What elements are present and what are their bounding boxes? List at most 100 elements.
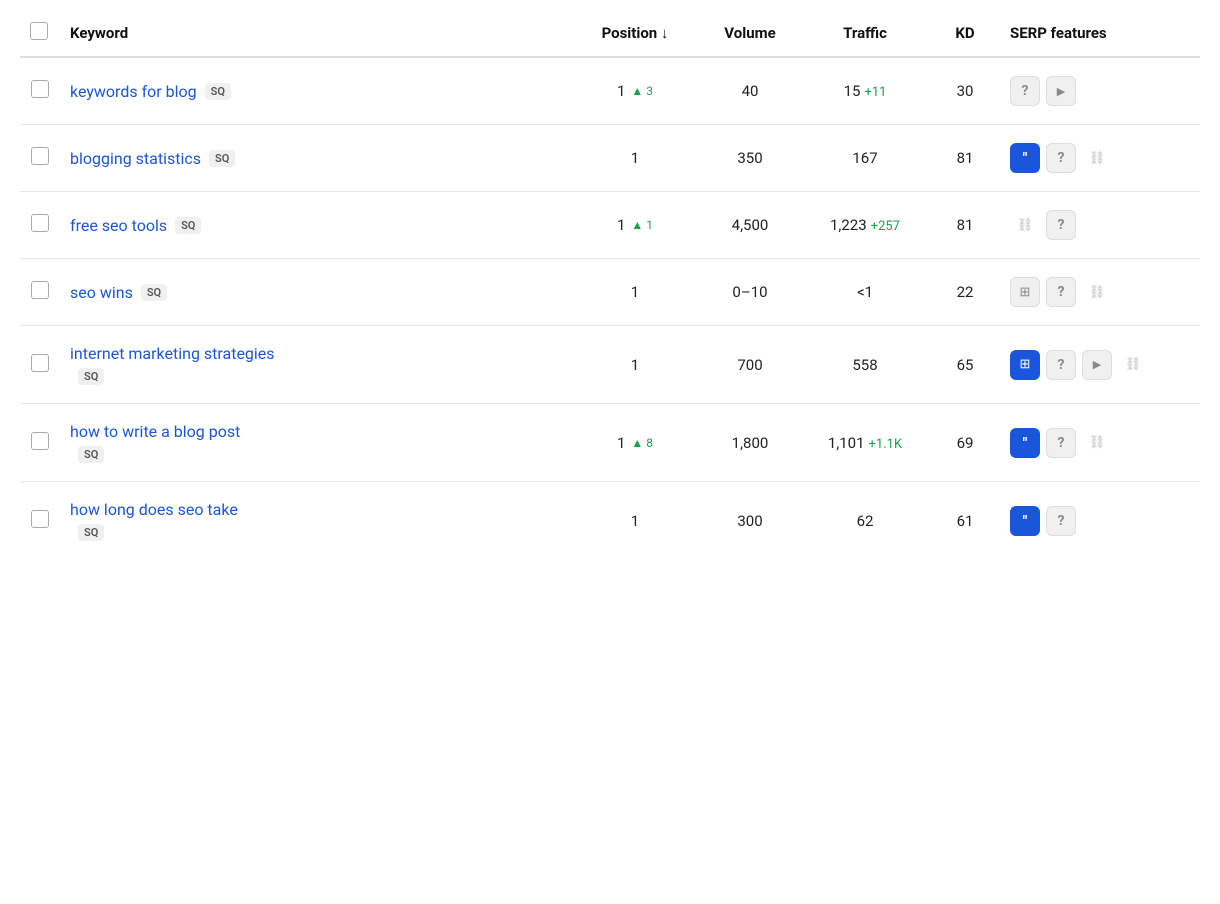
kd-cell: 69	[930, 404, 1000, 482]
keyword-link[interactable]: how long does seo take	[70, 500, 238, 519]
serp-icon-2: ⛓	[1082, 143, 1112, 173]
header-volume[interactable]: Volume	[700, 10, 800, 57]
position-cell: 1▲ 1	[570, 192, 700, 259]
position-number: 1	[631, 283, 639, 301]
keyword-cell: seo wins SQ	[60, 259, 570, 326]
position-value: 1	[580, 512, 690, 530]
serp-icon-0: "	[1010, 428, 1040, 458]
keyword-link[interactable]: free seo tools	[70, 216, 167, 235]
select-all-checkbox[interactable]	[30, 22, 48, 40]
serp-icons-container: ⊞?⛓	[1010, 277, 1190, 307]
serp-icon-1: ?	[1046, 277, 1076, 307]
traffic-value: 1,223	[830, 216, 867, 234]
kd-value: 81	[957, 149, 974, 167]
row-checkbox-cell	[20, 192, 60, 259]
volume-value: 700	[737, 356, 762, 374]
keyword-link[interactable]: keywords for blog	[70, 82, 197, 101]
row-checkbox[interactable]	[31, 432, 49, 450]
keyword-cell: internet marketing strategies SQ	[60, 326, 570, 404]
position-change: ▲ 1	[631, 218, 653, 232]
sq-badge: SQ	[78, 446, 104, 463]
header-position[interactable]: Position ↓	[570, 10, 700, 57]
position-cell: 1	[570, 259, 700, 326]
table-row: blogging statistics SQ 135016781"?⛓	[20, 125, 1200, 192]
traffic-change: +1.1K	[869, 437, 903, 452]
sq-badge: SQ	[175, 217, 201, 234]
row-checkbox[interactable]	[31, 354, 49, 372]
kd-value: 22	[957, 283, 974, 301]
serp-icons-container: ⊞?▶⛓	[1010, 350, 1190, 380]
volume-cell: 700	[700, 326, 800, 404]
table-row: seo wins SQ 10–10<122⊞?⛓	[20, 259, 1200, 326]
keyword-link[interactable]: internet marketing strategies	[70, 344, 275, 363]
row-checkbox[interactable]	[31, 80, 49, 98]
serp-cell: ⛓?	[1000, 192, 1200, 259]
keyword-first-line: how to write a blog post	[70, 422, 560, 441]
keyword-cell: how long does seo take SQ	[60, 482, 570, 560]
keyword-wrap: how long does seo take SQ	[70, 500, 560, 541]
position-cell: 1	[570, 125, 700, 192]
position-value: 1	[580, 283, 690, 301]
kd-cell: 30	[930, 57, 1000, 125]
kd-cell: 81	[930, 125, 1000, 192]
serp-cell: ⊞?▶⛓	[1000, 326, 1200, 404]
traffic-cell: 15+11	[800, 57, 930, 125]
serp-icon-1: ▶	[1046, 76, 1076, 106]
volume-value: 4,500	[732, 216, 769, 234]
volume-cell: 350	[700, 125, 800, 192]
sq-badge: SQ	[205, 83, 231, 100]
position-number: 1	[631, 512, 639, 530]
serp-cell: "?	[1000, 482, 1200, 560]
serp-cell: "?⛓	[1000, 404, 1200, 482]
row-checkbox[interactable]	[31, 281, 49, 299]
serp-icon-2: ▶	[1082, 350, 1112, 380]
kd-value: 61	[957, 512, 974, 530]
serp-icon-3: ⛓	[1118, 350, 1148, 380]
traffic-value: 62	[857, 512, 874, 530]
traffic-value: 558	[852, 356, 877, 374]
header-checkbox[interactable]	[20, 10, 60, 57]
traffic-change: +257	[871, 219, 900, 234]
position-cell: 1▲ 8	[570, 404, 700, 482]
row-checkbox[interactable]	[31, 214, 49, 232]
serp-icons-container: "?	[1010, 506, 1190, 536]
position-cell: 1	[570, 326, 700, 404]
volume-value: 0–10	[732, 283, 767, 301]
row-checkbox[interactable]	[31, 147, 49, 165]
keyword-link[interactable]: blogging statistics	[70, 149, 201, 168]
keyword-cell: how to write a blog post SQ	[60, 404, 570, 482]
sq-badge: SQ	[209, 150, 235, 167]
traffic-cell: 62	[800, 482, 930, 560]
volume-value: 40	[742, 82, 759, 100]
position-number: 1	[631, 356, 639, 374]
header-kd[interactable]: KD	[930, 10, 1000, 57]
header-traffic[interactable]: Traffic	[800, 10, 930, 57]
row-checkbox-cell	[20, 125, 60, 192]
serp-cell: ?▶	[1000, 57, 1200, 125]
serp-cell: ⊞?⛓	[1000, 259, 1200, 326]
serp-icons-container: "?⛓	[1010, 428, 1190, 458]
traffic-value: 1,101	[828, 434, 865, 452]
keyword-link[interactable]: seo wins	[70, 283, 133, 302]
keyword-cell: free seo tools SQ	[60, 192, 570, 259]
serp-icon-1: ?	[1046, 428, 1076, 458]
table-row: how to write a blog post SQ 1▲ 81,8001,1…	[20, 404, 1200, 482]
header-keyword[interactable]: Keyword	[60, 10, 570, 57]
kd-cell: 22	[930, 259, 1000, 326]
keyword-link[interactable]: how to write a blog post	[70, 422, 240, 441]
row-checkbox[interactable]	[31, 510, 49, 528]
serp-icons-container: ?▶	[1010, 76, 1190, 106]
traffic-cell: 1,101 +1.1K	[800, 404, 930, 482]
serp-icon-1: ?	[1046, 506, 1076, 536]
volume-cell: 0–10	[700, 259, 800, 326]
volume-value: 350	[737, 149, 762, 167]
serp-icon-0: ⊞	[1010, 350, 1040, 380]
row-checkbox-cell	[20, 57, 60, 125]
kd-cell: 81	[930, 192, 1000, 259]
keyword-cell: blogging statistics SQ	[60, 125, 570, 192]
kd-cell: 61	[930, 482, 1000, 560]
traffic-cell: 1,223 +257	[800, 192, 930, 259]
position-value: 1▲ 3	[580, 82, 690, 100]
row-checkbox-cell	[20, 404, 60, 482]
traffic-cell: 167	[800, 125, 930, 192]
